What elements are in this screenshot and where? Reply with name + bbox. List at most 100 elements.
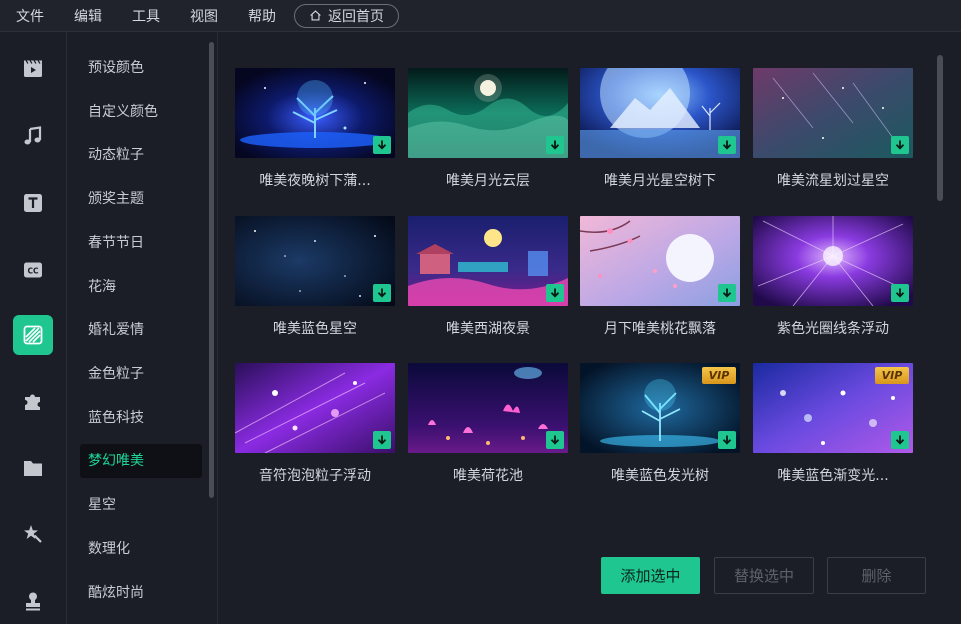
card-title: 唯美月光云层 xyxy=(446,173,530,189)
stamp-button[interactable] xyxy=(13,581,53,621)
delete-button[interactable]: 删除 xyxy=(827,557,926,594)
background-card[interactable]: 音符泡泡粒子浮动 xyxy=(235,363,395,485)
card-title: 唯美蓝色星空 xyxy=(273,321,357,337)
download-button[interactable] xyxy=(373,136,391,154)
thumbnail-image xyxy=(235,216,395,306)
background-button[interactable] xyxy=(13,315,53,355)
download-icon xyxy=(550,140,560,150)
background-card[interactable]: 紫色光圈线条浮动 xyxy=(753,216,913,338)
download-button[interactable] xyxy=(891,284,909,302)
add-selected-button[interactable]: 添加选中 xyxy=(601,557,700,594)
download-button[interactable] xyxy=(718,284,736,302)
menu-edit[interactable]: 编辑 xyxy=(74,6,102,26)
category-item[interactable]: 春节节日 xyxy=(80,226,202,260)
effects-button[interactable] xyxy=(13,514,53,554)
download-button[interactable] xyxy=(718,136,736,154)
thumbnail[interactable] xyxy=(408,216,568,306)
download-button[interactable] xyxy=(891,136,909,154)
thumbnail-image xyxy=(235,363,395,453)
thumbnail-image xyxy=(235,68,395,158)
thumbnail[interactable]: VIP xyxy=(753,363,913,453)
background-card[interactable]: 唯美月光星空树下 xyxy=(580,68,740,190)
thumbnail[interactable] xyxy=(235,68,395,158)
background-card[interactable]: 唯美西湖夜景 xyxy=(408,216,568,338)
background-card[interactable]: 月下唯美桃花飘落 xyxy=(580,216,740,338)
card-title: 唯美月光星空树下 xyxy=(604,173,716,189)
background-card[interactable]: VIP 唯美蓝色渐变光... xyxy=(753,363,913,485)
card-title: 音符泡泡粒子浮动 xyxy=(259,468,371,484)
svg-text:CC: CC xyxy=(27,267,39,276)
thumbnail-image xyxy=(580,216,740,306)
thumbnail-image xyxy=(753,216,913,306)
category-list: 预设颜色 自定义颜色 动态粒子 颁奖主题 春节节日 花海 婚礼爱情 金色粒子 蓝… xyxy=(67,32,218,624)
text-button[interactable] xyxy=(13,183,53,223)
subtitle-button[interactable]: CC xyxy=(13,250,53,290)
menu-tools[interactable]: 工具 xyxy=(132,6,160,26)
download-icon xyxy=(722,140,732,150)
category-item[interactable]: 婚礼爱情 xyxy=(80,313,202,347)
download-button[interactable] xyxy=(891,431,909,449)
menu-help[interactable]: 帮助 xyxy=(248,6,276,26)
category-item[interactable]: 颁奖主题 xyxy=(80,182,202,216)
thumbnail[interactable] xyxy=(753,68,913,158)
grid-scrollbar[interactable] xyxy=(937,55,943,201)
background-card[interactable]: 唯美蓝色星空 xyxy=(235,216,395,338)
download-button[interactable] xyxy=(373,284,391,302)
background-card[interactable]: 唯美月光云层 xyxy=(408,68,568,190)
category-item[interactable]: 星空 xyxy=(80,488,202,522)
card-title: 唯美蓝色发光树 xyxy=(611,468,709,484)
music-button[interactable] xyxy=(13,116,53,156)
category-scrollbar[interactable] xyxy=(209,42,214,498)
download-icon xyxy=(722,435,732,445)
thumbnail[interactable] xyxy=(235,363,395,453)
category-item[interactable]: 花海 xyxy=(80,270,202,304)
subtitle-icon: CC xyxy=(24,262,42,278)
download-icon xyxy=(895,435,905,445)
category-item-active[interactable]: 梦幻唯美 xyxy=(80,444,202,478)
download-button[interactable] xyxy=(546,431,564,449)
category-item[interactable]: 酷炫时尚 xyxy=(80,576,202,610)
background-card[interactable]: 唯美荷花池 xyxy=(408,363,568,485)
thumbnail-image xyxy=(408,68,568,158)
download-icon xyxy=(550,435,560,445)
folder-icon xyxy=(24,461,42,476)
thumbnail[interactable] xyxy=(235,216,395,306)
background-card[interactable]: 唯美流星划过星空 xyxy=(753,68,913,190)
thumbnail[interactable]: VIP xyxy=(580,363,740,453)
thumbnail[interactable] xyxy=(580,68,740,158)
background-icon xyxy=(23,325,43,345)
thumbnail[interactable] xyxy=(753,216,913,306)
thumbnail[interactable] xyxy=(408,68,568,158)
download-button[interactable] xyxy=(546,136,564,154)
replace-selected-button[interactable]: 替换选中 xyxy=(714,557,814,594)
category-item[interactable]: 数理化 xyxy=(80,532,202,566)
download-button[interactable] xyxy=(546,284,564,302)
category-item[interactable]: 预设颜色 xyxy=(80,51,202,85)
vip-badge: VIP xyxy=(702,367,736,384)
download-icon xyxy=(895,140,905,150)
card-title: 紫色光圈线条浮动 xyxy=(777,321,889,337)
media-icon xyxy=(24,60,42,77)
category-item[interactable]: 金色粒子 xyxy=(80,357,202,391)
stamp-icon xyxy=(26,592,40,611)
card-title: 唯美蓝色渐变光... xyxy=(777,468,889,484)
media-button[interactable] xyxy=(13,49,53,89)
download-button[interactable] xyxy=(718,431,736,449)
download-button[interactable] xyxy=(373,431,391,449)
thumbnail[interactable] xyxy=(580,216,740,306)
category-item[interactable]: 蓝色科技 xyxy=(80,401,202,435)
thumbnail[interactable] xyxy=(408,363,568,453)
folder-button[interactable] xyxy=(13,448,53,488)
menu-file[interactable]: 文件 xyxy=(16,6,44,26)
music-icon xyxy=(24,126,42,145)
background-card[interactable]: VIP 唯美蓝色发光树 xyxy=(580,363,740,485)
return-home-button[interactable]: 返回首页 xyxy=(294,3,399,28)
category-item[interactable]: 自定义颜色 xyxy=(80,95,202,129)
thumbnail-image xyxy=(408,363,568,453)
menu-view[interactable]: 视图 xyxy=(190,6,218,26)
background-card[interactable]: 唯美夜晚树下蒲... xyxy=(235,68,395,190)
plugin-button[interactable] xyxy=(13,381,53,421)
category-item[interactable]: 动态粒子 xyxy=(80,138,202,172)
thumbnail-image xyxy=(408,216,568,306)
card-title: 唯美夜晚树下蒲... xyxy=(259,173,371,189)
